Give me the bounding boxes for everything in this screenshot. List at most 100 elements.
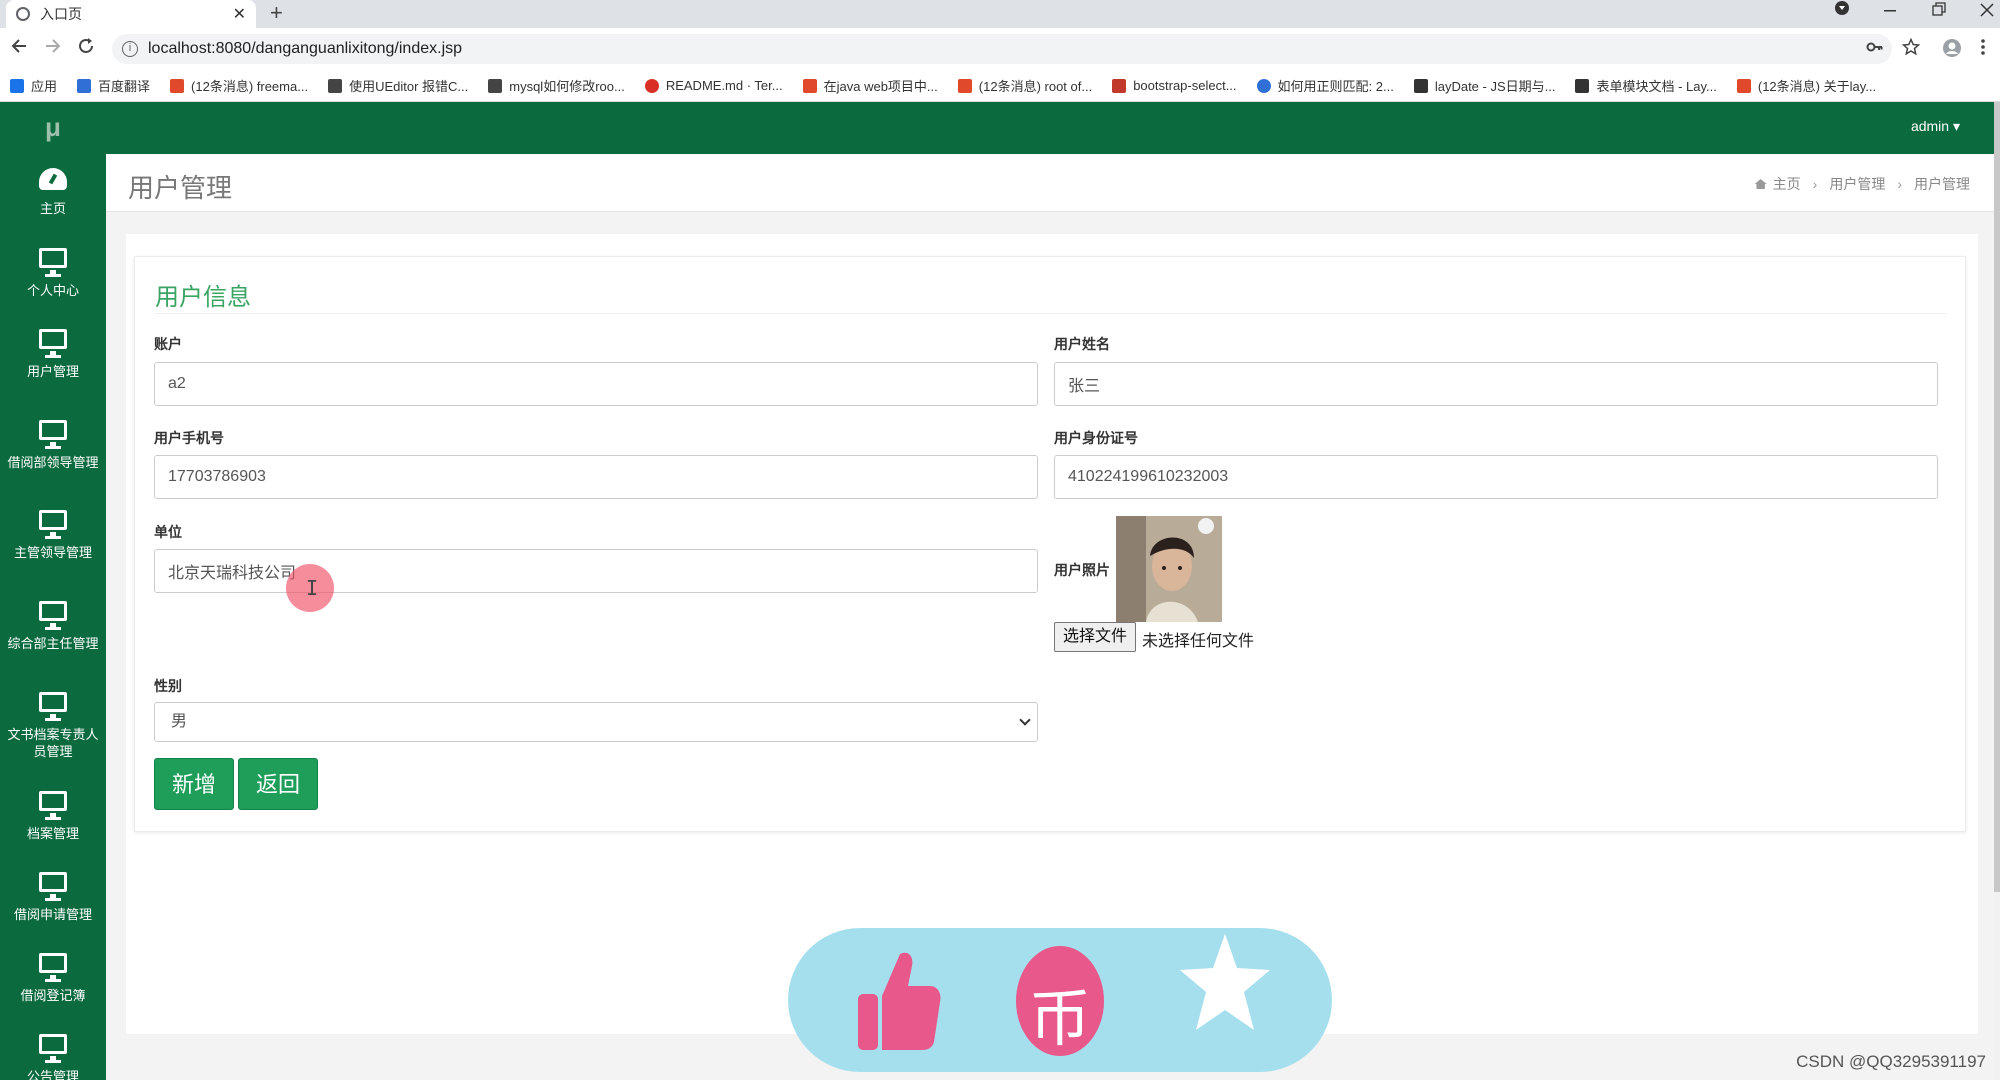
breadcrumb-user-management[interactable]: 用户管理 [1829,174,1885,194]
breadcrumb-current: 用户管理 [1914,176,1970,192]
monitor-icon [39,248,67,277]
gender-select[interactable]: 男 [154,702,1038,742]
dashboard-icon [39,168,67,190]
sidebar-item-home[interactable]: 主页 [0,152,106,233]
tab-close-icon[interactable]: ✕ [233,4,246,24]
account-input[interactable] [154,362,1038,406]
scrollbar-thumb[interactable] [1994,102,2000,892]
sidebar-item-archives[interactable]: 档案管理 [0,776,106,857]
account-label: 账户 [154,336,182,352]
bookmark-item[interactable]: 在java web项目中... [802,76,938,95]
site-icon [488,78,503,93]
monitor-icon [39,419,67,449]
choose-file-button[interactable]: 选择文件 [1054,622,1137,652]
user-photo [1116,516,1222,622]
csdn-icon [170,78,185,93]
monitor-icon [39,791,67,820]
bookmark-item[interactable]: README.md · Ter... [644,78,783,93]
globe-icon [16,7,30,21]
bookmark-item[interactable]: 使用UEditor 报错C... [328,76,468,95]
file-status-text: 未选择任何文件 [1142,633,1255,650]
browser-tab[interactable]: 入口页 ✕ [6,0,256,28]
minimize-icon[interactable] [1884,0,1896,28]
monitor-icon [39,872,67,901]
page-title: 用户管理 [128,173,233,203]
chevron-down-icon [1019,714,1031,726]
bookmark-label: README.md · Ter... [665,78,783,93]
page-scrollbar[interactable] [1994,102,2000,1080]
idcard-input[interactable] [1054,455,1938,499]
sidebar-item-borrow-requests[interactable]: 借阅申请管理 [0,857,106,938]
home-icon [1754,179,1767,189]
sidebar-item-general-director[interactable]: 综合部主任管理 [0,576,106,676]
sidebar-item-label: 主页 [39,201,66,216]
reload-icon[interactable] [76,36,96,62]
bookmark-item[interactable]: 应用 [10,76,57,95]
watermark-text: CSDN @QQ3295391197 [1796,1052,1986,1071]
sidebar-item-user-management[interactable]: 用户管理 [0,314,106,395]
bookmark-item[interactable]: bootstrap-select... [1112,78,1237,93]
sidebar-item-label: 文书档案专责人员管理 [7,727,99,759]
forward-arrow-icon[interactable] [42,36,62,62]
add-button[interactable]: 新增 [154,758,234,810]
admin-user-menu[interactable]: admin ▾ [1911,118,1960,135]
top-navbar: admin ▾ [106,102,2000,154]
url-text: localhost:8080/danganguanlixitong/index.… [148,40,463,57]
photo-label: 用户照片 [1054,562,1110,578]
monitor-icon [39,329,67,358]
browser-menu-icon[interactable] [1980,38,1986,61]
back-arrow-icon[interactable] [10,36,30,62]
bookmark-label: 百度翻译 [98,79,151,94]
sidebar-item-personal-center[interactable]: 个人中心 [0,233,106,314]
account-avatar-icon[interactable] [1942,38,1962,63]
bookmarks-bar: 应用 百度翻译 (12条消息) freema... 使用UEditor 报错C.… [0,70,2000,102]
sidebar-item-label: 个人中心 [26,283,79,298]
bookmark-label: 应用 [31,79,58,94]
sidebar-item-notices[interactable]: 公告管理 [0,1019,106,1080]
unit-label: 单位 [154,524,182,540]
breadcrumb: 主页 › 用户管理 › 用户管理 [1754,174,1970,194]
back-button[interactable]: 返回 [238,758,318,810]
monitor-icon [39,953,67,982]
sidebar-item-supervisor[interactable]: 主管领导管理 [0,495,106,576]
bookmark-item[interactable]: layDate - JS日期与... [1413,76,1555,95]
bookmark-label: mysql如何修改roo... [509,79,625,94]
phone-input[interactable] [154,455,1038,499]
breadcrumb-home[interactable]: 主页 [1773,174,1801,194]
bookmark-star-icon[interactable] [1901,37,1921,61]
name-input[interactable] [1054,362,1938,406]
monitor-icon [39,510,67,539]
restore-icon[interactable] [1932,0,1946,28]
bookmark-item[interactable]: (12条消息) freema... [170,76,308,95]
gitee-icon [644,78,659,93]
app-logo[interactable]: μ [0,102,106,152]
csdn-icon [802,78,817,93]
sidebar-item-borrow-register[interactable]: 借阅登记簿 [0,938,106,1019]
sidebar-item-label: 用户管理 [26,364,79,379]
window-close-icon[interactable] [1980,0,1994,28]
monitor-icon [39,692,67,721]
new-tab-button[interactable]: + [270,0,283,28]
csdn-icon [957,78,972,93]
profile-menu-icon[interactable] [1834,0,1850,28]
bookmark-item[interactable]: 百度翻译 [77,76,150,95]
thumbs-up-icon[interactable] [852,946,942,1061]
star-icon[interactable] [1180,930,1270,1045]
bookmark-item[interactable]: 如何用正则匹配: 2... [1256,76,1394,95]
bookmark-item[interactable]: (12条消息) root of... [957,76,1092,95]
bookmark-item[interactable]: (12条消息) 关于lay... [1736,76,1876,95]
sidebar-item-archive-staff[interactable]: 文书档案专责人员管理 [0,676,106,776]
user-info-panel: 用户信息 [134,256,1966,832]
url-field[interactable]: i localhost:8080/danganguanlixitong/inde… [112,34,1892,64]
monitor-icon [39,1034,67,1063]
bookmark-item[interactable]: 表单模块文档 - Lay... [1575,76,1717,95]
sidebar-item-label: 公告管理 [26,1069,79,1080]
site-info-icon[interactable]: i [122,41,138,57]
bookmark-label: 使用UEditor 报错C... [349,79,469,94]
key-icon[interactable] [1866,38,1884,61]
browser-tab-strip: 入口页 ✕ + [0,0,2000,28]
bookmark-item[interactable]: mysql如何修改roo... [488,76,625,95]
tab-title: 入口页 [40,6,82,22]
baidu-paw-icon [1256,78,1271,93]
sidebar-item-borrow-leader[interactable]: 借阅部领导管理 [0,395,106,495]
